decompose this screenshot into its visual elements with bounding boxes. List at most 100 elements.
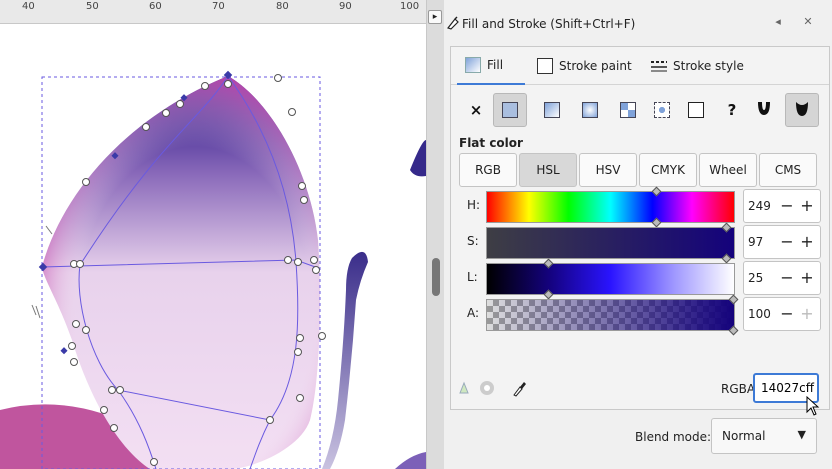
hue-row: H: 249 − + [451,186,829,228]
out-of-gamut-icon [479,380,495,399]
plus-icon[interactable]: + [798,194,816,218]
plus-icon[interactable]: + [798,302,816,326]
fill-stroke-notebook: Fill Stroke paint Stroke style × ? Flat … [450,46,830,410]
lightness-label: L: [467,270,478,284]
color-mode-tabs: RGB HSL HSV CMYK Wheel CMS [459,153,821,187]
lightness-spinbutton[interactable]: 25 − + [743,261,821,295]
fill-swatch-icon [465,57,481,73]
mode-cmyk-button[interactable]: CMYK [639,153,697,187]
ruler-label: 60 [149,1,162,12]
chevron-down-icon: ▼ [797,428,806,441]
nonzero-icon [793,99,811,121]
canvas-artwork[interactable] [0,24,426,469]
plus-icon[interactable]: + [798,266,816,290]
color-managed-icon [459,381,477,398]
linear-gradient-icon [544,102,560,118]
mode-cms-button[interactable]: CMS [759,153,817,187]
slider-thumb[interactable] [721,222,732,233]
inkscape-window: 40 50 60 70 80 90 100 ▸ Fill and Stroke … [0,0,832,469]
slider-thumb[interactable] [543,258,554,269]
hue-slider[interactable] [486,186,735,228]
radial-gradient-button[interactable] [573,93,607,127]
dock-float-icon[interactable]: ▸ [428,10,442,24]
saturation-spinbutton[interactable]: 97 − + [743,225,821,259]
canvas-vertical-scrollbar[interactable] [426,0,444,469]
blend-mode-select[interactable]: Normal ▼ [711,418,817,454]
slider-thumb[interactable] [728,294,739,305]
ruler-label: 80 [276,1,289,12]
fill-rule-evenodd-button[interactable] [747,93,781,127]
unset-paint-button[interactable]: ? [715,93,749,127]
fill-rule-nonzero-button[interactable] [785,93,819,127]
evenodd-icon [755,99,773,121]
saturation-row: S: 97 − + [451,222,829,264]
mouse-cursor-icon [806,395,820,419]
ruler-label: 40 [22,1,35,12]
mode-rgb-button[interactable]: RGB [459,153,517,187]
alpha-spinbutton[interactable]: 100 − + [743,297,821,331]
saturation-label: S: [467,234,479,248]
tab-label: Fill [487,58,504,72]
linear-gradient-button[interactable] [535,93,569,127]
horizontal-ruler: 40 50 60 70 80 90 100 [0,0,426,24]
tab-bar: Fill Stroke paint Stroke style [451,47,829,85]
alpha-slider[interactable] [486,294,739,336]
pattern-button[interactable] [611,93,645,127]
stroke-paint-icon [537,58,553,74]
tab-label: Stroke style [673,59,744,73]
slider-thumb[interactable] [728,325,739,336]
dialog-titlebar: Fill and Stroke (Shift+Ctrl+F) ◂ ✕ [444,0,832,44]
fill-stroke-dialog: Fill and Stroke (Shift+Ctrl+F) ◂ ✕ Fill … [444,0,832,469]
blend-mode-label: Blend mode: [635,430,712,444]
saturation-value[interactable]: 97 [748,235,763,249]
tab-stroke-paint[interactable]: Stroke paint [537,47,641,85]
fill-stroke-icon [446,16,460,34]
eyedropper-icon[interactable] [511,379,527,400]
hue-spinbutton[interactable]: 249 − + [743,189,821,223]
ruler-label: 50 [86,1,99,12]
swatch-button[interactable] [645,93,679,127]
ruler-label: 70 [212,1,225,12]
hue-value[interactable]: 249 [748,199,771,213]
mesh-gradient-button[interactable] [679,93,713,127]
stroke-style-icon [651,58,667,74]
pattern-icon [620,102,636,118]
alpha-value[interactable]: 100 [748,307,771,321]
hue-label: H: [467,198,481,212]
blend-mode-value: Normal [722,429,766,443]
lightness-row: L: 25 − + [451,258,829,300]
paint-type-row: × ? [451,91,829,131]
ruler-label: 100 [400,1,420,12]
drawing-canvas[interactable]: 40 50 60 70 80 90 100 [0,0,426,469]
tab-stroke-style[interactable]: Stroke style [651,47,761,85]
unset-icon: ? [727,101,737,119]
tab-label: Stroke paint [559,59,632,73]
ruler-label: 90 [339,1,352,12]
minus-icon[interactable]: − [778,266,796,290]
saturation-slider[interactable] [486,222,735,264]
mode-hsv-button[interactable]: HSV [579,153,637,187]
mesh-icon [688,102,704,118]
dialog-title: Fill and Stroke (Shift+Ctrl+F) [462,17,636,31]
close-icon[interactable]: ✕ [800,14,816,30]
swatch-icon [654,102,670,118]
scrollbar-thumb[interactable] [432,258,440,296]
slider-thumb[interactable] [651,186,662,197]
lightness-value[interactable]: 25 [748,271,763,285]
no-paint-button[interactable]: × [459,93,493,127]
minus-icon[interactable]: − [778,302,796,326]
tab-fill[interactable]: Fill [457,47,525,85]
flat-color-heading: Flat color [459,136,523,150]
lightness-slider[interactable] [486,258,735,300]
mode-wheel-button[interactable]: Wheel [699,153,757,187]
mode-hsl-button[interactable]: HSL [519,153,577,187]
flat-color-button[interactable] [493,93,527,127]
radial-gradient-icon [582,102,598,118]
minus-icon[interactable]: − [778,230,796,254]
alpha-row: A: 100 − + [451,294,829,336]
plus-icon[interactable]: + [798,230,816,254]
no-paint-icon: × [469,101,483,119]
minus-icon[interactable]: − [778,194,796,218]
dock-left-icon[interactable]: ◂ [770,14,786,30]
flat-color-icon [502,102,518,118]
